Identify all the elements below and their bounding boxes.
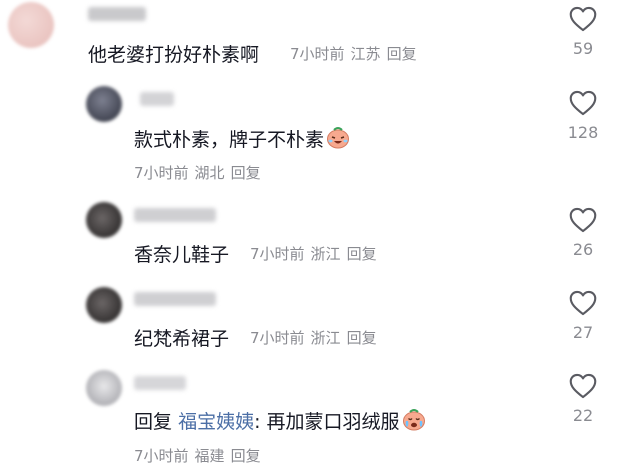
comment-meta: 7小时前 福建 回复	[134, 445, 267, 466]
heart-icon	[569, 90, 597, 116]
like-button[interactable]: 26	[558, 207, 608, 259]
comment-text: 香奈儿鞋子	[134, 244, 230, 266]
avatar[interactable]	[86, 202, 122, 238]
reply-button[interactable]: 回复	[231, 164, 261, 182]
like-button[interactable]: 128	[558, 90, 608, 142]
comment-location: 福建	[194, 447, 225, 465]
mention-link[interactable]: 福宝姨姨	[178, 411, 254, 433]
username-blurred[interactable]	[134, 376, 186, 390]
comment-meta: 7小时前 浙江 回复	[250, 327, 383, 348]
reply-button[interactable]: 回复	[347, 245, 377, 263]
like-button[interactable]: 22	[558, 373, 608, 425]
reply-button[interactable]: 回复	[231, 447, 261, 465]
heart-icon	[569, 6, 597, 32]
reply-prefix: 回复	[134, 411, 173, 433]
comment-location: 湖北	[194, 164, 225, 182]
crying-laughing-emoji-icon	[326, 127, 350, 154]
like-count: 26	[572, 240, 594, 259]
comment-time: 7小时前	[250, 245, 305, 263]
comment-location: 浙江	[310, 329, 341, 347]
comment-text-content: : 再加蒙口羽绒服	[254, 411, 400, 433]
comment-meta: 7小时前 湖北 回复	[134, 162, 267, 183]
like-button[interactable]: 27	[558, 290, 608, 342]
comment-text: 他老婆打扮好朴素啊	[88, 44, 260, 66]
comment-location: 浙江	[310, 245, 341, 263]
comment-text-content: 款式朴素，牌子不朴素	[134, 129, 325, 151]
avatar[interactable]	[86, 287, 122, 323]
heart-icon	[569, 290, 597, 316]
username-blurred[interactable]	[140, 92, 174, 106]
like-count: 128	[567, 123, 599, 142]
comment-text: 纪梵希裙子	[134, 328, 230, 350]
comment-time: 7小时前	[250, 329, 305, 347]
username-blurred[interactable]	[134, 208, 216, 222]
comment-text: 款式朴素，牌子不朴素	[134, 125, 350, 154]
comment-time: 7小时前	[134, 164, 189, 182]
reply-button[interactable]: 回复	[347, 329, 377, 347]
reply-button[interactable]: 回复	[387, 45, 417, 63]
comment-meta: 7小时前 江苏 回复	[290, 43, 423, 64]
like-button[interactable]: 59	[558, 6, 608, 58]
username-blurred[interactable]	[88, 7, 146, 21]
comment-time: 7小时前	[134, 447, 189, 465]
heart-icon	[569, 373, 597, 399]
avatar[interactable]	[86, 370, 122, 406]
avatar[interactable]	[86, 86, 122, 122]
like-count: 22	[572, 406, 594, 425]
comment-text: 回复 福宝姨姨: 再加蒙口羽绒服	[134, 407, 426, 436]
comment-time: 7小时前	[290, 45, 345, 63]
comment-meta: 7小时前 浙江 回复	[250, 243, 383, 264]
avatar[interactable]	[8, 2, 54, 48]
username-blurred[interactable]	[134, 292, 216, 306]
like-count: 27	[572, 323, 594, 342]
crying-emoji-icon	[402, 409, 426, 436]
comment-location: 江苏	[350, 45, 381, 63]
like-count: 59	[572, 39, 594, 58]
heart-icon	[569, 207, 597, 233]
